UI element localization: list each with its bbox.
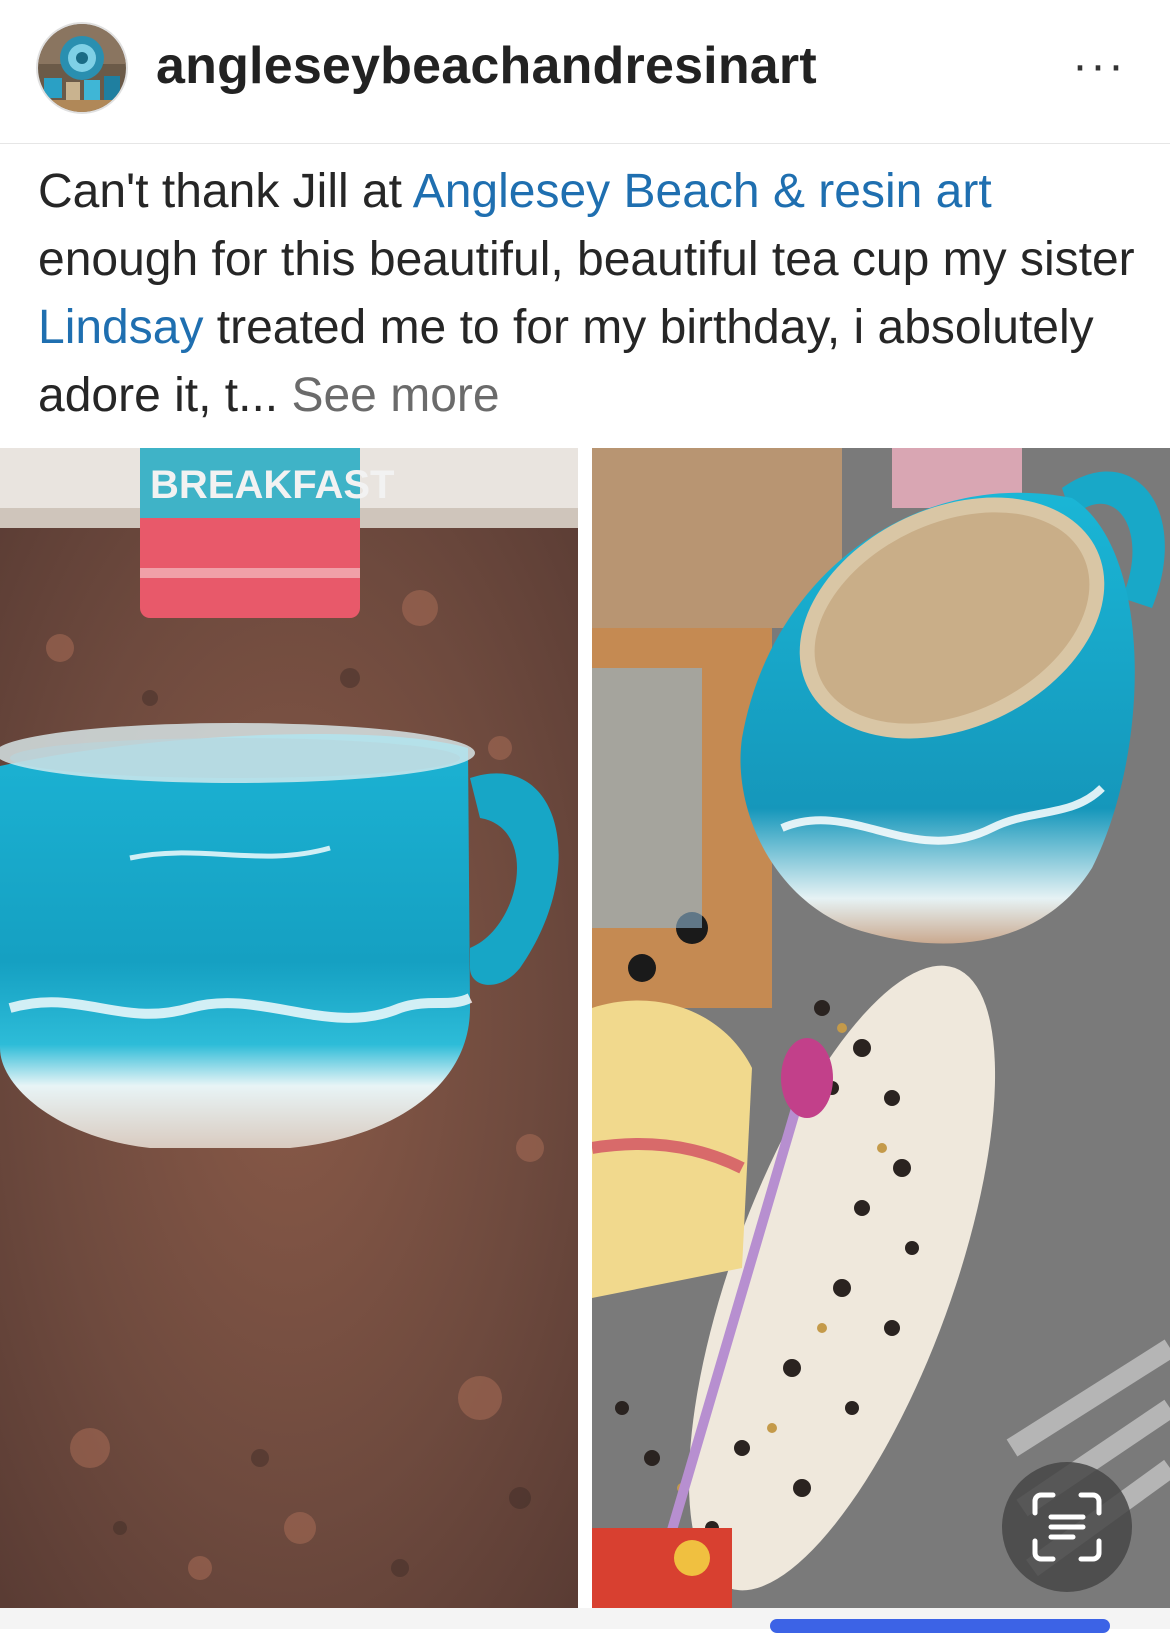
- post-header: angleseybeachandresinart ···: [0, 0, 1170, 144]
- see-more-link[interactable]: See more: [291, 369, 499, 422]
- post-caption: Can't thank Jill at Anglesey Beach & res…: [38, 158, 1138, 430]
- post-photos: BREAKFAST: [0, 448, 1170, 1608]
- teacup-photo-right[interactable]: [592, 448, 1170, 1608]
- bottom-action-pill[interactable]: [770, 1619, 1110, 1633]
- person-mention-link[interactable]: Lindsay: [38, 301, 203, 354]
- scan-text-icon: [1032, 1492, 1102, 1562]
- account-username[interactable]: angleseybeachandresinart: [156, 36, 817, 96]
- caption-text: enough for this beautiful, beautiful tea…: [38, 233, 1135, 286]
- visual-search-icon[interactable]: [1002, 1462, 1132, 1592]
- tin-can-label: BREAKFAST: [150, 463, 394, 507]
- profile-avatar-icon[interactable]: [36, 22, 128, 114]
- teacup-photo-left[interactable]: BREAKFAST: [0, 448, 578, 1608]
- more-options-icon[interactable]: ···: [1072, 38, 1126, 93]
- caption-text: Can't thank Jill at: [38, 165, 413, 218]
- business-mention-link[interactable]: Anglesey Beach & resin art: [413, 165, 992, 218]
